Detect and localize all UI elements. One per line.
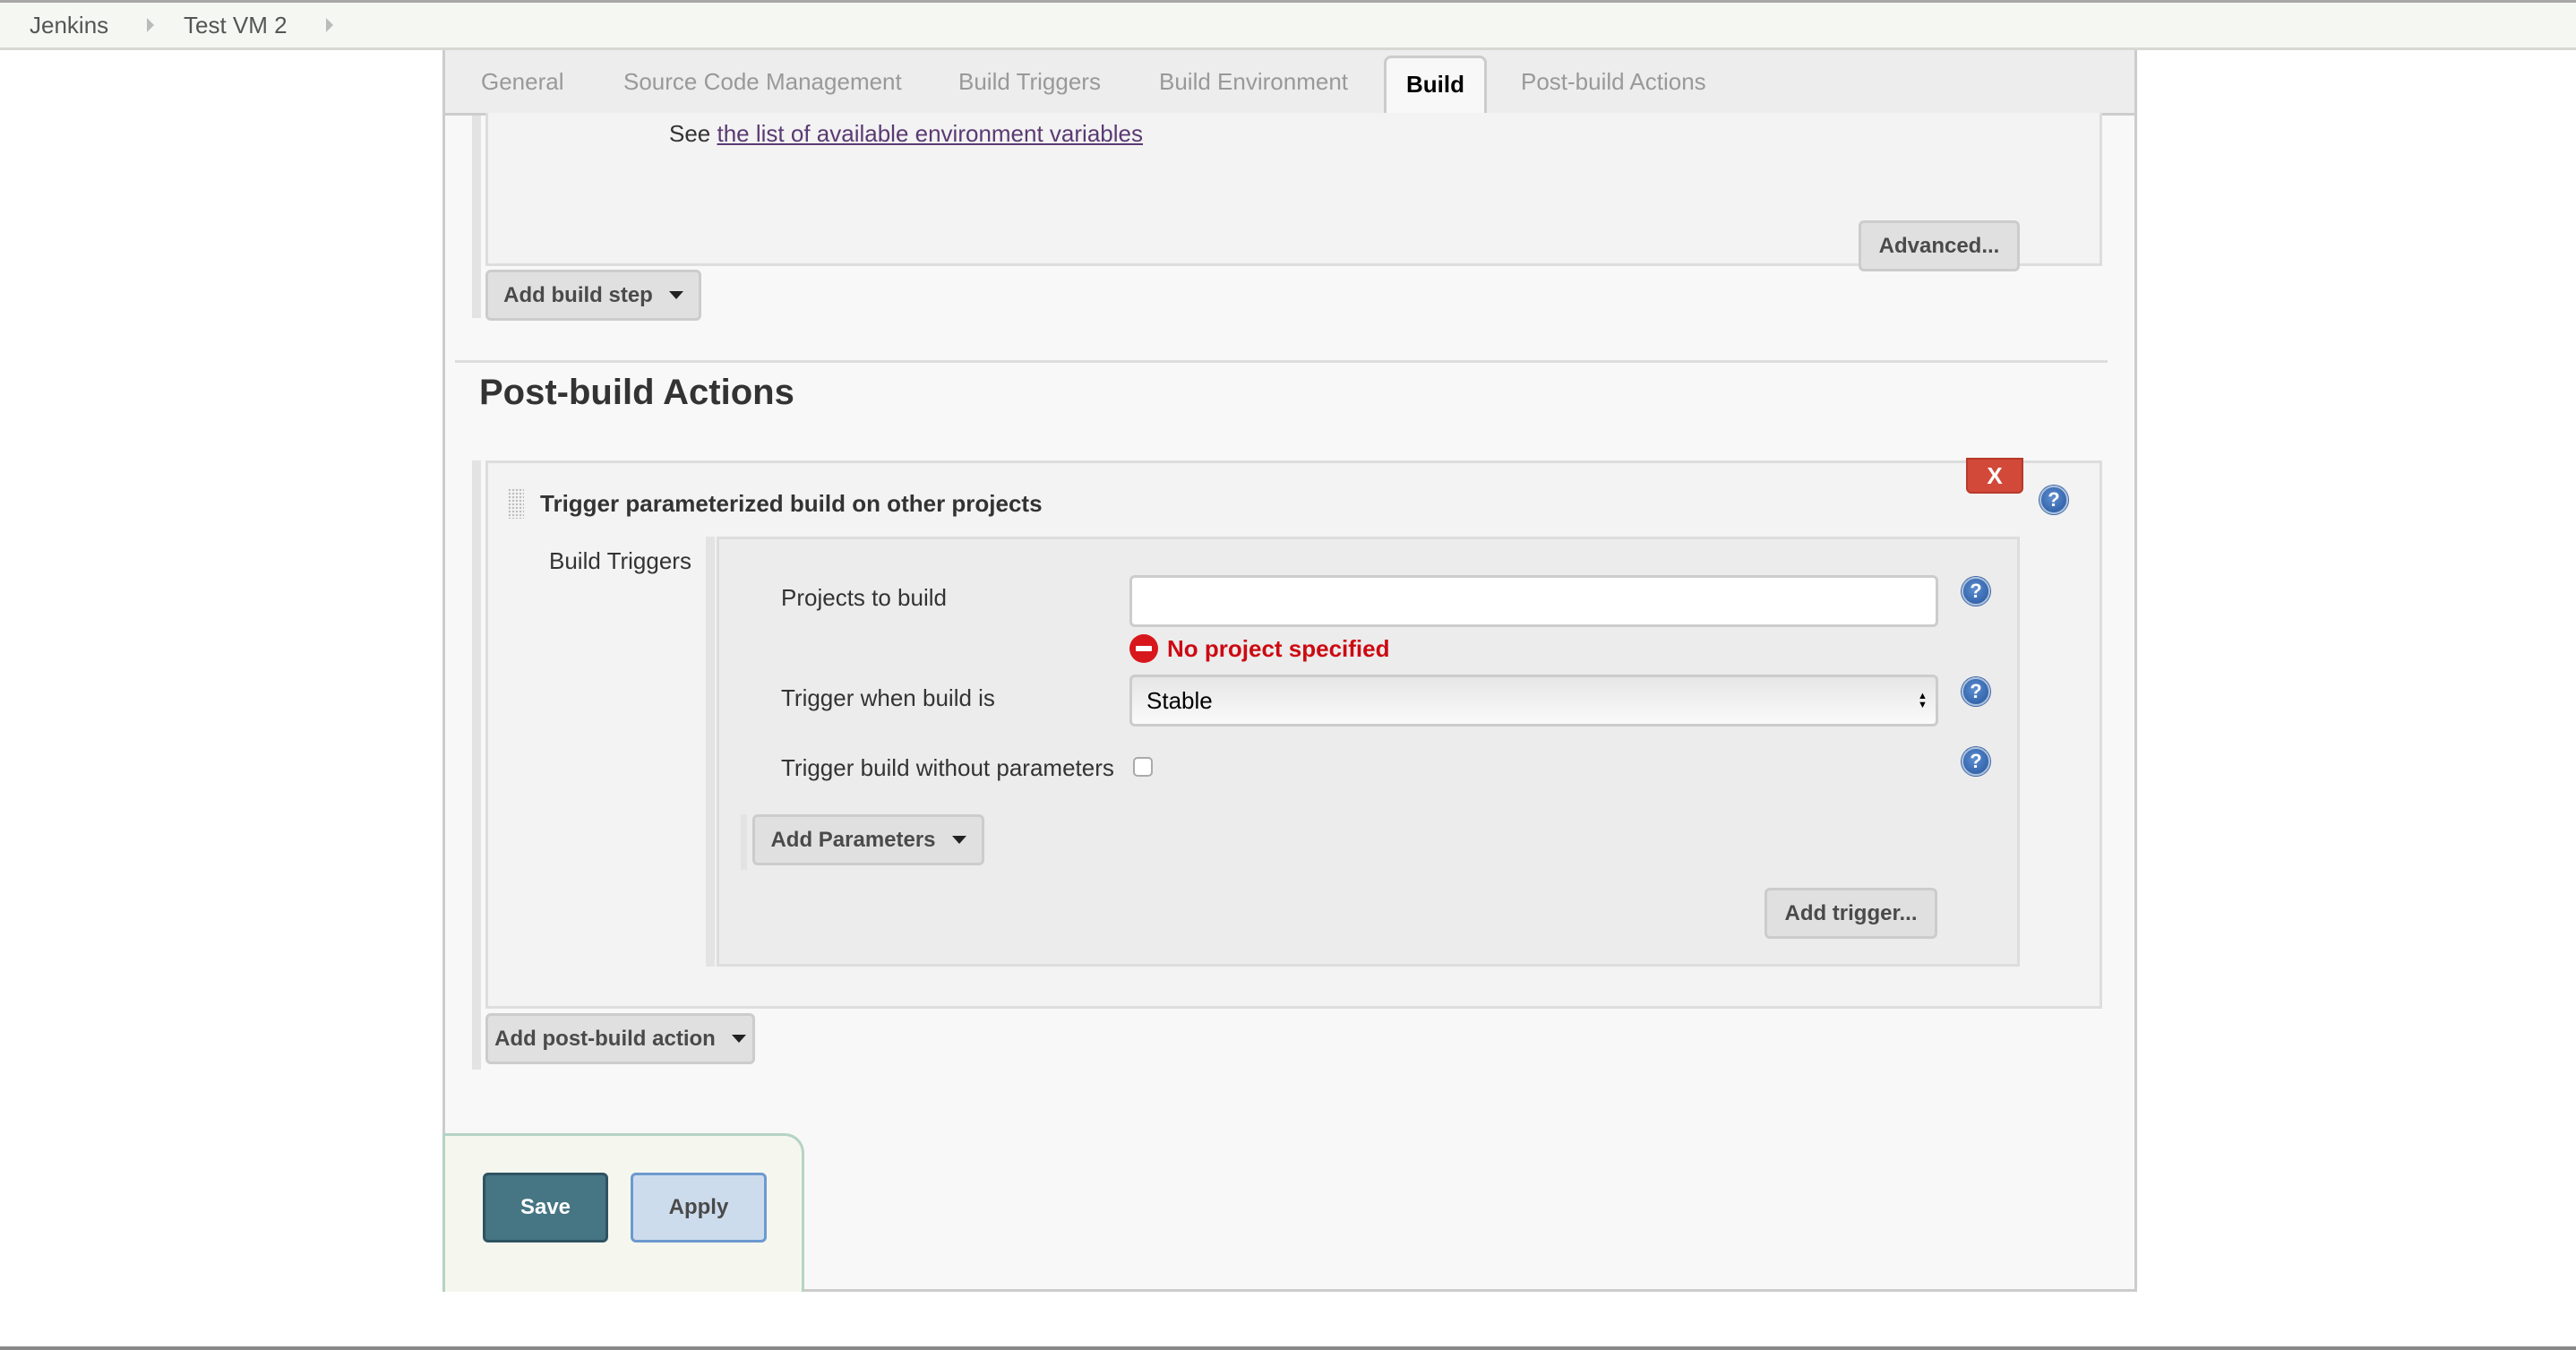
tab-build-environment[interactable]: Build Environment (1159, 68, 1348, 96)
build-step-panel: See the list of available environment va… (485, 113, 2102, 271)
projects-to-build-label: Projects to build (781, 584, 947, 611)
params-bar (741, 814, 747, 870)
env-vars-link[interactable]: the list of available environment variab… (717, 120, 1143, 147)
triggers-bar (706, 537, 715, 967)
add-parameters-label: Add Parameters (770, 827, 936, 852)
env-vars-prefix: See (669, 120, 711, 147)
tab-general[interactable]: General (481, 68, 564, 96)
add-post-build-action-button[interactable]: Add post-build action (485, 1013, 755, 1064)
without-params-checkbox[interactable] (1133, 757, 1153, 777)
projects-error-text: No project specified (1167, 634, 1390, 662)
without-params-label: Trigger build without parameters (781, 754, 1114, 781)
breadcrumb: Jenkins Test VM 2 (0, 3, 2576, 50)
save-button[interactable]: Save (483, 1173, 608, 1243)
trigger-when-label: Trigger when build is (781, 684, 995, 711)
help-icon[interactable]: ? (1962, 747, 1990, 776)
action-title: Trigger parameterized build on other pro… (540, 490, 1043, 517)
dropdown-caret-icon (668, 291, 683, 299)
tab-post-build-actions[interactable]: Post-build Actions (1521, 68, 1706, 96)
dropdown-caret-icon (731, 1035, 746, 1043)
add-build-step-button[interactable]: Add build step (485, 270, 701, 321)
section-divider (455, 360, 2108, 363)
env-vars-text: See the list of available environment va… (669, 120, 1143, 148)
build-triggers-panel: Projects to build ? No project specified… (717, 537, 2020, 967)
dropdown-caret-icon (951, 836, 966, 844)
breadcrumb-arrow-icon[interactable] (326, 18, 333, 32)
tab-build-triggers[interactable]: Build Triggers (958, 68, 1101, 96)
error-icon (1129, 634, 1158, 663)
trigger-when-select[interactable]: Stable ▲ ▼ (1129, 675, 1938, 727)
build-triggers-label: Build Triggers (549, 547, 691, 574)
help-icon[interactable]: ? (1962, 677, 1990, 706)
config-tabs: General Source Code Management Build Tri… (445, 50, 2134, 116)
tab-build[interactable]: Build (1384, 56, 1487, 114)
add-trigger-button[interactable]: Add trigger... (1765, 888, 1937, 939)
delete-action-button[interactable]: X (1966, 458, 2023, 494)
advanced-button[interactable]: Advanced... (1859, 220, 2020, 271)
build-step-bar (472, 116, 481, 318)
window-bottom-border (0, 1346, 2576, 1350)
projects-error: No project specified (1129, 634, 1390, 663)
add-build-step-label: Add build step (503, 282, 653, 307)
config-form: General Source Code Management Build Tri… (442, 50, 2137, 1292)
drag-handle-icon[interactable] (508, 488, 524, 519)
breadcrumb-jenkins[interactable]: Jenkins (30, 12, 108, 39)
projects-to-build-input[interactable] (1129, 575, 1938, 627)
post-build-bar (472, 460, 481, 1070)
form-buttons-panel: Save Apply (442, 1133, 804, 1292)
help-icon[interactable]: ? (1962, 577, 1990, 606)
add-parameters-button[interactable]: Add Parameters (752, 814, 984, 865)
post-build-heading: Post-build Actions (479, 373, 794, 412)
breadcrumb-test-vm-2[interactable]: Test VM 2 (184, 12, 288, 39)
apply-button[interactable]: Apply (631, 1173, 767, 1243)
add-post-build-label: Add post-build action (494, 1026, 716, 1051)
trigger-action-panel: Trigger parameterized build on other pro… (485, 458, 2102, 1009)
trigger-when-value: Stable (1146, 686, 1213, 714)
breadcrumb-arrow-icon[interactable] (147, 18, 154, 32)
tab-source-code-management[interactable]: Source Code Management (623, 68, 902, 96)
select-arrows-icon: ▲ ▼ (1918, 691, 1928, 710)
help-icon[interactable]: ? (2039, 486, 2068, 514)
